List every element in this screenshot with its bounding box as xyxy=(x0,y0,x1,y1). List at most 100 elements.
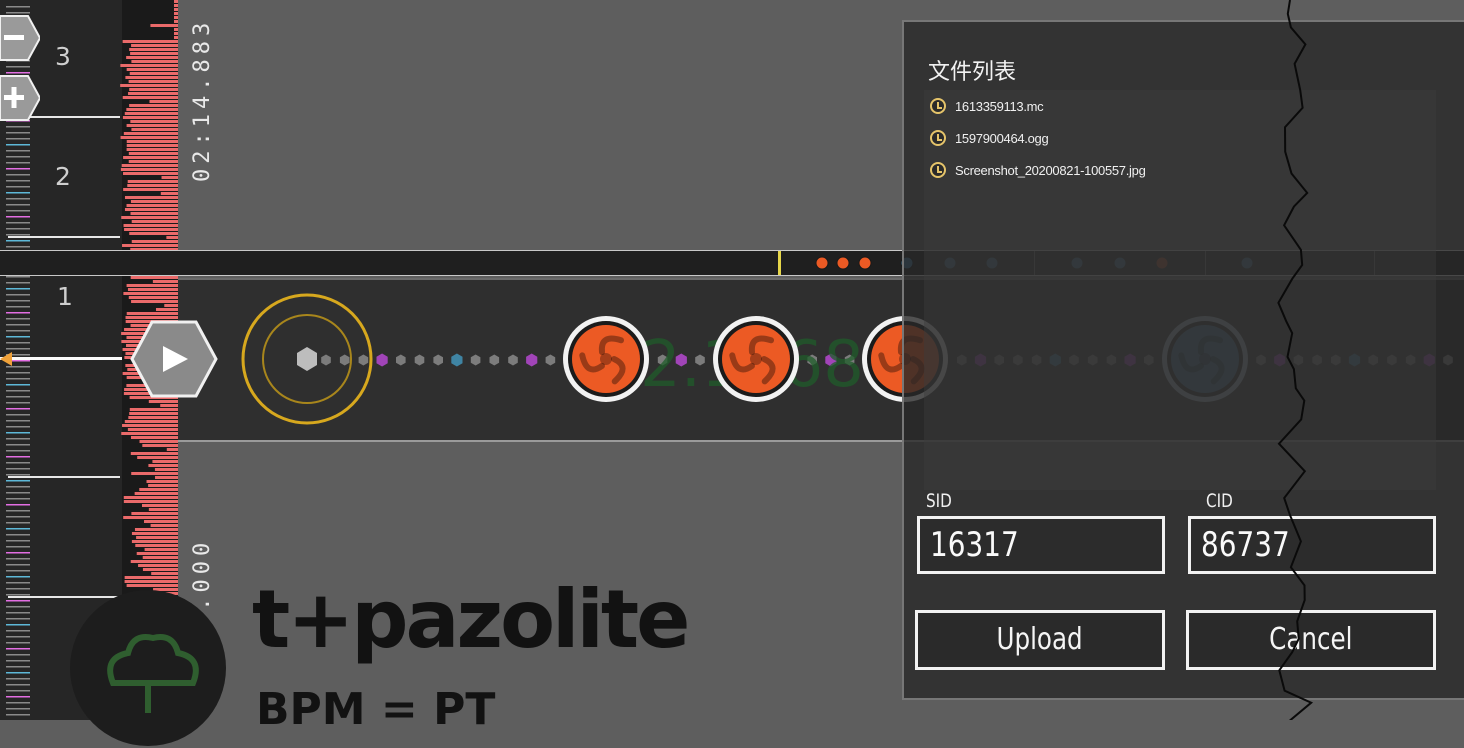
beat-tick xyxy=(6,504,30,506)
waveform-bar xyxy=(128,160,178,163)
beat-tick xyxy=(6,552,30,554)
zoom-out-button[interactable] xyxy=(0,14,40,61)
cid-label: CID xyxy=(1206,490,1233,512)
artist-logo xyxy=(70,590,226,746)
waveform-bar xyxy=(131,128,178,131)
file-name: 1597900464.ogg xyxy=(955,130,1049,146)
waveform-bar xyxy=(128,80,178,83)
waveform-bar xyxy=(122,40,178,43)
waveform-bar xyxy=(124,196,178,199)
beat-tick xyxy=(6,222,30,224)
file-list[interactable]: 1613359113.mc 1597900464.ogg Screenshot_… xyxy=(924,90,1436,490)
waveform-bar xyxy=(126,144,178,147)
waveform-bar xyxy=(123,496,178,499)
beat-tick xyxy=(6,612,30,614)
waveform-bar xyxy=(150,24,178,27)
beat-tick xyxy=(6,192,30,194)
beat-tick xyxy=(6,66,30,68)
waveform-bar xyxy=(126,140,178,143)
plus-icon xyxy=(0,75,40,121)
tap-note[interactable] xyxy=(713,316,799,402)
waveform-bar xyxy=(142,556,178,559)
beat-dot xyxy=(321,354,331,366)
waveform-bar xyxy=(174,32,178,35)
waveform-bar xyxy=(124,228,178,231)
file-item[interactable]: 1613359113.mc xyxy=(930,94,1044,118)
play-button[interactable] xyxy=(130,320,218,398)
tear-line xyxy=(1277,0,1314,720)
waveform-bar xyxy=(130,560,178,563)
beat-tick xyxy=(6,684,30,686)
waveform-bar xyxy=(146,480,178,483)
beat-tick xyxy=(6,492,30,494)
waveform-bar xyxy=(135,544,178,547)
zoom-in-button[interactable] xyxy=(0,74,40,121)
file-name: 1613359113.mc xyxy=(955,98,1044,114)
sid-input[interactable]: 16317 xyxy=(917,516,1165,574)
beat-tick xyxy=(6,480,30,482)
waveform-bar xyxy=(142,568,178,571)
beat-tick xyxy=(6,186,30,188)
waveform-bar xyxy=(126,204,178,207)
waveform-bar xyxy=(131,60,178,63)
waveform-bar xyxy=(148,484,178,487)
waveform-bar xyxy=(134,528,178,531)
beat-tick xyxy=(6,150,30,152)
waveform-bar xyxy=(130,120,178,123)
tear-path xyxy=(1277,0,1314,720)
waveform-bar xyxy=(136,536,178,539)
waveform-bar xyxy=(120,64,178,67)
waveform-bar xyxy=(139,488,178,491)
selected-note[interactable] xyxy=(241,293,373,425)
beat-tick xyxy=(6,228,30,230)
upload-button[interactable]: Upload xyxy=(915,610,1165,670)
beat-tick xyxy=(6,528,30,530)
file-item[interactable]: 1597900464.ogg xyxy=(930,126,1049,150)
waveform-bar xyxy=(160,192,178,195)
waveform-bar xyxy=(124,576,178,579)
waveform-bar xyxy=(174,36,178,39)
waveform-bar xyxy=(174,4,178,7)
beat-tick xyxy=(6,570,30,572)
waveform-bar xyxy=(174,16,178,19)
beat-tick xyxy=(6,630,30,632)
beat-dot xyxy=(396,354,406,366)
strip-note xyxy=(815,256,829,270)
beat-tick xyxy=(6,624,30,626)
beat-tick xyxy=(6,162,30,164)
beat-tick xyxy=(6,462,30,464)
waveform-bar xyxy=(174,0,178,3)
beat-dot xyxy=(339,354,350,366)
beat-dot xyxy=(470,354,481,366)
beat-tick xyxy=(6,510,30,512)
beat-tick xyxy=(6,588,30,590)
waveform-bar xyxy=(131,220,178,223)
beat-tick xyxy=(6,714,30,716)
waveform-bar xyxy=(150,524,178,527)
waveform-bar xyxy=(148,508,178,511)
file-item[interactable]: Screenshot_20200821-100557.jpg xyxy=(930,158,1146,182)
beat-dot xyxy=(358,354,369,366)
beat-tick xyxy=(6,144,30,146)
waveform-bar xyxy=(123,500,178,503)
strip-cursor xyxy=(778,251,781,275)
waveform-bar xyxy=(124,580,178,583)
beat-tick xyxy=(6,522,30,524)
beat-tick xyxy=(6,696,30,698)
waveform-bar xyxy=(129,88,178,91)
waveform-bar xyxy=(131,44,178,47)
waveform-bar xyxy=(123,172,178,175)
waveform-bar xyxy=(122,116,178,119)
tap-note[interactable] xyxy=(563,316,649,402)
beat-tick xyxy=(6,564,30,566)
waveform-bar xyxy=(174,12,178,15)
waveform-bar xyxy=(122,96,178,99)
beat-tick xyxy=(6,690,30,692)
beat-tick xyxy=(6,678,30,680)
beat-tick xyxy=(6,600,30,602)
waveform-bar xyxy=(129,104,178,107)
beat-tick xyxy=(6,486,30,488)
waveform-bar xyxy=(144,548,178,551)
clock-icon xyxy=(930,162,946,178)
waveform-bar xyxy=(144,520,178,523)
